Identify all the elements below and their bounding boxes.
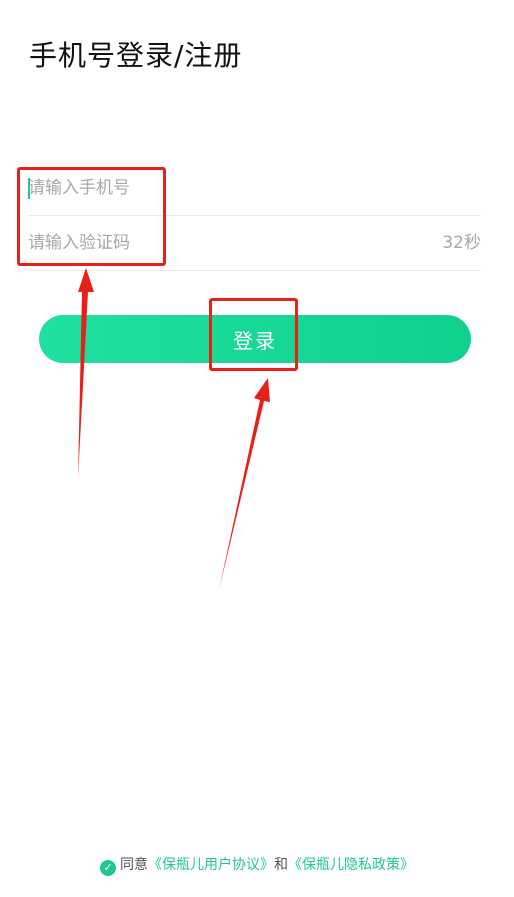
- agreement-row: ✓ 同意《保瓶儿用户协议》和《保瓶儿隐私政策》: [0, 854, 514, 876]
- annotation-arrow-login: [219, 378, 270, 590]
- annotation-box-login: [209, 298, 298, 371]
- user-agreement-link[interactable]: 《保瓶儿用户协议》: [148, 857, 274, 873]
- annotation-arrows: [78, 268, 270, 590]
- agree-text: 同意: [120, 857, 148, 873]
- annotation-box-inputs: [17, 167, 166, 266]
- check-circle-icon[interactable]: ✓: [100, 860, 116, 876]
- and-text: 和: [274, 857, 288, 873]
- code-countdown: 32秒: [442, 233, 481, 253]
- page-title: 手机号登录/注册: [29, 39, 243, 72]
- privacy-policy-link[interactable]: 《保瓶儿隐私政策》: [288, 857, 414, 873]
- annotation-arrow-inputs: [78, 268, 94, 478]
